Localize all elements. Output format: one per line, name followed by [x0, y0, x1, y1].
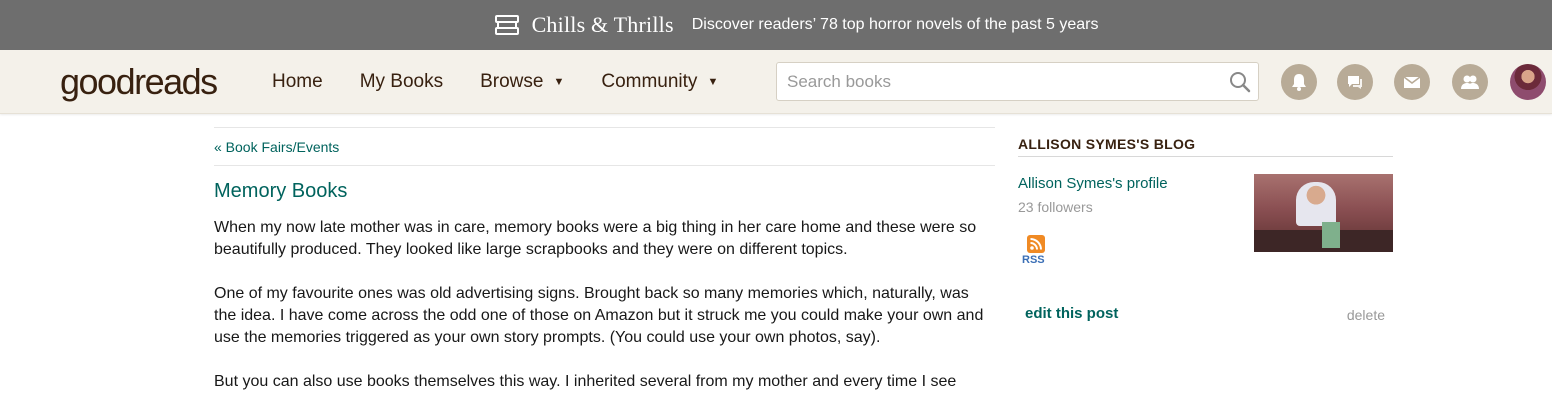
site-header: goodreads Home My Books Browse ▼ Communit… — [0, 50, 1552, 114]
rss-label: RSS — [1022, 254, 1045, 266]
promo-banner[interactable]: Chills & Thrills Discover readers’ 78 to… — [0, 0, 1552, 50]
nav-community[interactable]: Community ▼ — [601, 71, 718, 93]
nav-browse-label: Browse — [480, 71, 544, 92]
nav-my-books[interactable]: My Books — [360, 71, 443, 93]
nav-my-books-label: My Books — [359, 71, 444, 92]
nav-browse[interactable]: Browse ▼ — [480, 71, 564, 93]
blog-post: « Book Fairs/Events Memory Books When my… — [214, 127, 995, 393]
sidebar-title: ALLISON SYMES'S BLOG — [1018, 136, 1393, 157]
search-box — [776, 62, 1259, 101]
nav-home[interactable]: Home — [272, 71, 323, 93]
post-title[interactable]: Memory Books — [214, 180, 995, 203]
back-to-book-fairs-link[interactable]: « Book Fairs/Events — [214, 139, 339, 155]
bookshelf-icon — [494, 14, 520, 36]
discussions-icon[interactable] — [1337, 64, 1373, 100]
search-icon[interactable] — [1228, 70, 1252, 94]
caret-down-icon: ▼ — [553, 76, 565, 88]
blog-sidebar: ALLISON SYMES'S BLOG Allison Symes's pro… — [1018, 136, 1393, 323]
messages-icon[interactable] — [1394, 64, 1430, 100]
author-profile-link[interactable]: Allison Symes's profile — [1018, 175, 1168, 192]
delete-post-link[interactable]: delete — [1347, 307, 1385, 323]
banner-title: Chills & Thrills — [531, 12, 674, 37]
banner-text: Discover readers’ 78 top horror novels o… — [691, 16, 1099, 33]
rss-icon — [1027, 235, 1045, 253]
nav-home-label: Home — [272, 71, 323, 92]
logo-part-good: good — [60, 61, 136, 102]
edit-post-link[interactable]: edit this post — [1025, 305, 1118, 322]
nav-community-label: Community — [601, 71, 698, 92]
notifications-icon[interactable] — [1281, 64, 1317, 100]
user-avatar[interactable] — [1510, 64, 1546, 100]
goodreads-logo[interactable]: goodreads — [60, 61, 218, 102]
search-input[interactable] — [777, 63, 1228, 100]
logo-part-reads: reads — [134, 61, 218, 102]
post-paragraph: One of my favourite ones was old adverti… — [214, 285, 984, 346]
post-paragraph: But you can also use books themselves th… — [214, 373, 957, 390]
breadcrumb: « Book Fairs/Events — [214, 127, 995, 166]
rss-link[interactable]: RSS — [1022, 235, 1052, 266]
post-paragraph: When my now late mother was in care, mem… — [214, 219, 977, 258]
author-photo[interactable] — [1254, 174, 1393, 252]
caret-down-icon: ▼ — [707, 76, 719, 88]
friends-icon[interactable] — [1452, 64, 1488, 100]
post-body: When my now late mother was in care, mem… — [214, 217, 995, 393]
followers-count: 23 followers — [1018, 199, 1093, 215]
main-nav: Home My Books Browse ▼ Community ▼ — [272, 50, 755, 114]
